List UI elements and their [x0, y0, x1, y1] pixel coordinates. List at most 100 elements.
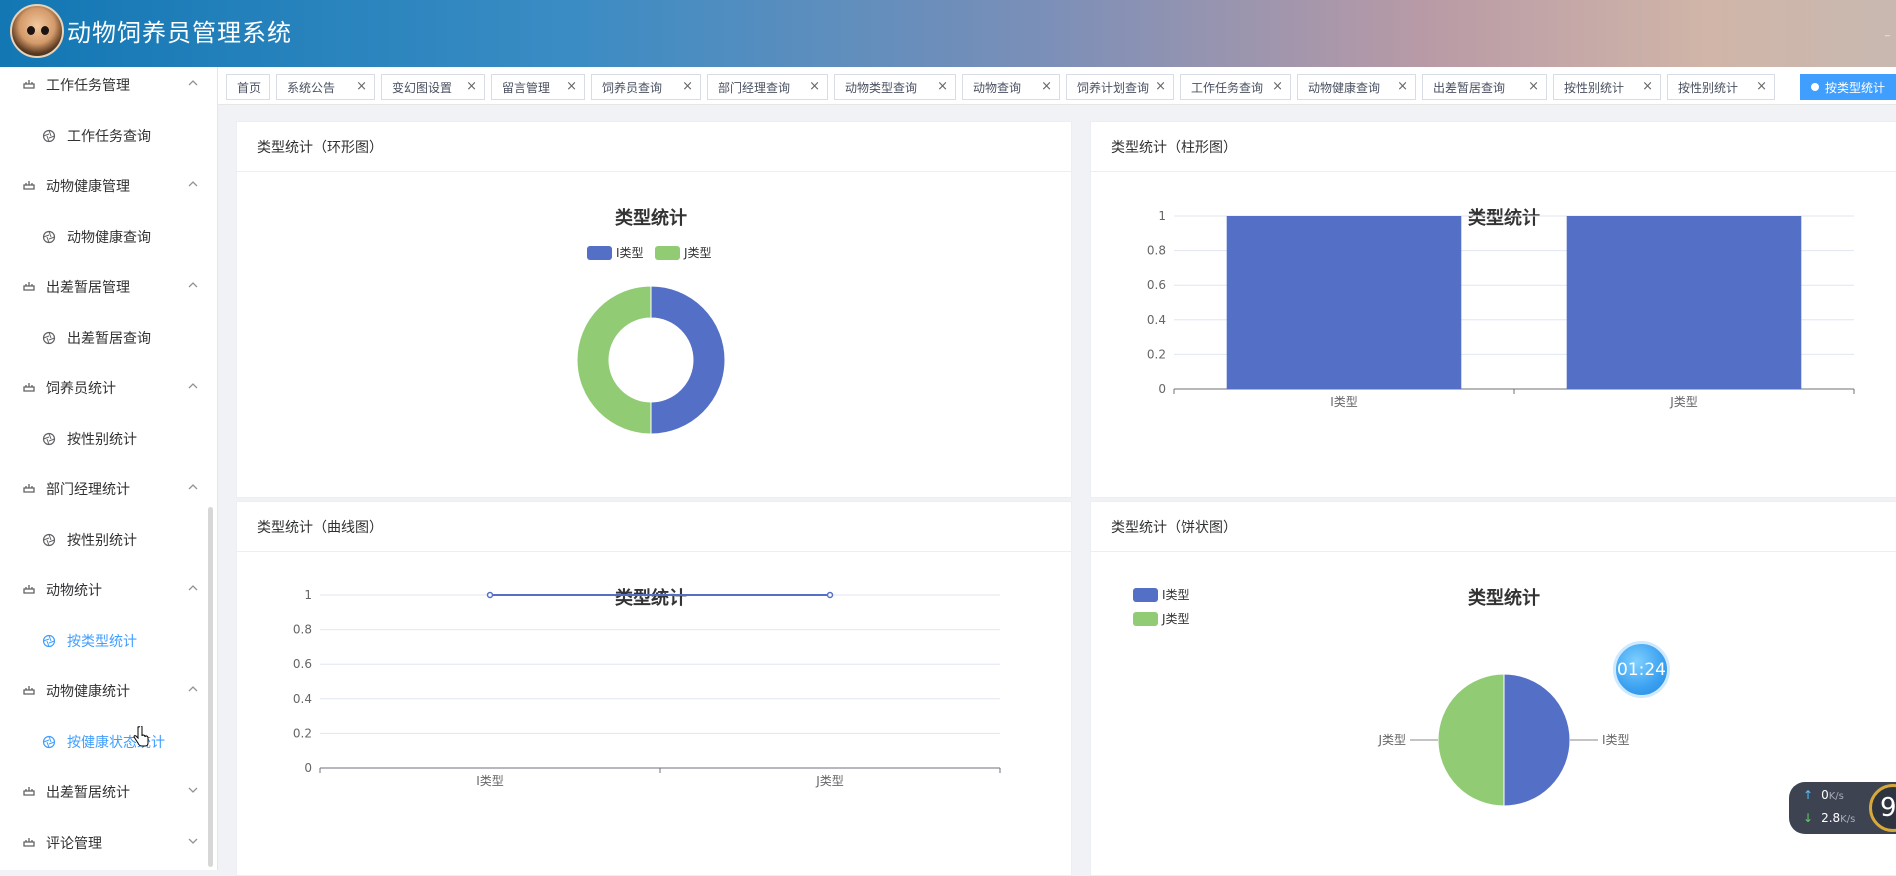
tab-2[interactable]: 变幻图设置 × [381, 74, 485, 100]
close-icon[interactable]: × [1041, 79, 1052, 94]
sidebar-item-13[interactable]: 按健康状态统计 [0, 717, 210, 767]
sidebar-item-7[interactable]: 按性别统计 [0, 414, 210, 464]
sidebar-menu-15[interactable]: 评论管理 [0, 818, 210, 868]
chevron-up-icon[interactable] [186, 379, 200, 393]
sidebar-menu-12[interactable]: 动物健康统计 [0, 666, 210, 716]
aperture-icon [42, 735, 56, 748]
legend-swatch [1133, 612, 1158, 626]
sidebar-menu-4[interactable]: 出差暂居管理 [0, 262, 210, 312]
tab-4[interactable]: 饲养员查询 × [591, 74, 701, 100]
aperture-icon [42, 432, 56, 445]
tab-14[interactable]: 按类型统计 [1800, 74, 1896, 100]
menu-icon [23, 484, 35, 493]
line-chart: 类型统计 0 0.2 0.4 0.6 0.8 1 I类型 J类型 [293, 587, 1001, 788]
network-speed-widget[interactable]: ↑ 0K/s ↓ 2.8K/s 9 [1789, 782, 1896, 834]
close-icon[interactable]: × [1642, 79, 1653, 94]
chevron-down-icon[interactable] [186, 783, 200, 797]
chevron-up-icon[interactable] [186, 682, 200, 696]
sidebar-label: 按健康状态统计 [67, 734, 165, 751]
y-tick-label: 0.8 [1147, 244, 1166, 258]
sidebar-item-1[interactable]: 工作任务查询 [0, 111, 210, 161]
x-tick-label: J类型 [1669, 395, 1698, 409]
legend-swatch [587, 246, 612, 260]
sidebar-item-3[interactable]: 动物健康查询 [0, 212, 210, 262]
sidebar-menu-6[interactable]: 饲养员统计 [0, 363, 210, 413]
avatar [10, 4, 64, 58]
chart-title: 类型统计 [615, 207, 687, 229]
sidebar-label: 工作任务查询 [67, 128, 151, 145]
legend-swatch [1133, 588, 1158, 602]
close-icon[interactable]: × [809, 79, 820, 94]
menu-icon [23, 837, 35, 847]
close-icon[interactable]: × [466, 79, 477, 94]
tab-label: 留言管理 [502, 80, 551, 95]
y-tick-label: 1 [304, 588, 312, 602]
sidebar-label: 动物统计 [46, 583, 102, 599]
y-tick-label: 0.6 [1147, 278, 1166, 292]
card-pie: 类型统计（饼状图） 类型统计 I类型 J类型 I类型 J类型 [1090, 501, 1896, 876]
legend-label: I类型 [616, 246, 644, 260]
tab-label: 出差暂居查询 [1433, 80, 1506, 95]
x-tick-label: J类型 [815, 774, 844, 788]
tab-9[interactable]: 工作任务查询 × [1180, 74, 1291, 100]
sidebar-menu-8[interactable]: 部门经理统计 [0, 464, 210, 514]
close-icon[interactable]: × [356, 79, 367, 94]
tab-6[interactable]: 动物类型查询 × [834, 74, 956, 100]
chevron-up-icon[interactable] [186, 581, 200, 595]
close-icon[interactable]: × [1155, 79, 1166, 94]
sidebar-menu-14[interactable]: 出差暂居统计 [0, 767, 210, 817]
tab-13[interactable]: 按性别统计 × [1667, 74, 1775, 100]
sidebar-menu-10[interactable]: 动物统计 [0, 565, 210, 615]
tab-label: 变幻图设置 [392, 80, 453, 95]
x-tick-label: I类型 [1330, 395, 1358, 409]
chart-title: 类型统计 [1468, 207, 1540, 229]
tab-11[interactable]: 出差暂居查询 × [1422, 74, 1547, 100]
chevron-up-icon[interactable] [186, 177, 200, 191]
sidebar-item-5[interactable]: 出差暂居查询 [0, 313, 210, 363]
data-point [826, 591, 834, 599]
close-icon[interactable]: × [566, 79, 577, 94]
sidebar-label: 动物健康管理 [46, 179, 130, 195]
card-header: 类型统计（曲线图） [237, 502, 1071, 552]
tab-12[interactable]: 按性别统计 × [1553, 74, 1661, 100]
app-title: 动物饲养员管理系统 [67, 19, 292, 47]
slice-label: J类型 [1377, 733, 1406, 747]
hand-cursor-icon [133, 726, 149, 747]
y-tick-label: 0 [1158, 382, 1166, 396]
sidebar-menu-0[interactable]: 工作任务管理 [0, 67, 210, 110]
chevron-up-icon[interactable] [186, 76, 200, 90]
tab-label: 首页 [237, 80, 262, 95]
sidebar-item-9[interactable]: 按性别统计 [0, 515, 210, 565]
close-icon[interactable]: × [1397, 79, 1408, 94]
timer-bubble[interactable]: 01:24 [1613, 641, 1670, 698]
close-icon[interactable]: × [937, 79, 948, 94]
close-icon[interactable]: × [1756, 79, 1767, 94]
tab-8[interactable]: 饲养计划查询 × [1066, 74, 1174, 100]
close-icon[interactable]: × [682, 79, 693, 94]
y-tick-label: 0.2 [293, 726, 312, 740]
aperture-icon [42, 533, 56, 546]
sidebar-scrollbar[interactable] [208, 507, 213, 867]
tab-10[interactable]: 动物健康查询 × [1297, 74, 1416, 100]
legend-label: I类型 [1162, 588, 1190, 602]
tab-label: 按类型统计 [1825, 80, 1886, 95]
menu-icon [23, 383, 35, 392]
sidebar-menu-2[interactable]: 动物健康管理 [0, 161, 210, 211]
menu-icon [23, 282, 35, 291]
pie-chart: 类型统计 I类型 J类型 I类型 J类型 [1133, 587, 1630, 807]
sidebar-item-11[interactable]: 按类型统计 [0, 616, 210, 666]
tab-5[interactable]: 部门经理查询 × [707, 74, 828, 100]
tab-0[interactable]: 首页 [226, 74, 270, 100]
pie-slice [1437, 673, 1505, 807]
y-tick-label: 0.4 [1147, 313, 1166, 327]
close-icon[interactable]: × [1528, 79, 1539, 94]
tab-3[interactable]: 留言管理 × [491, 74, 585, 100]
chevron-up-icon[interactable] [186, 278, 200, 292]
chart-title: 类型统计 [1468, 587, 1540, 609]
chevron-down-icon[interactable] [186, 834, 200, 848]
tab-7[interactable]: 动物查询 × [962, 74, 1060, 100]
close-icon[interactable]: × [1272, 79, 1283, 94]
tab-1[interactable]: 系统公告 × [276, 74, 375, 100]
active-dot-icon [1811, 83, 1819, 91]
chevron-up-icon[interactable] [186, 480, 200, 494]
